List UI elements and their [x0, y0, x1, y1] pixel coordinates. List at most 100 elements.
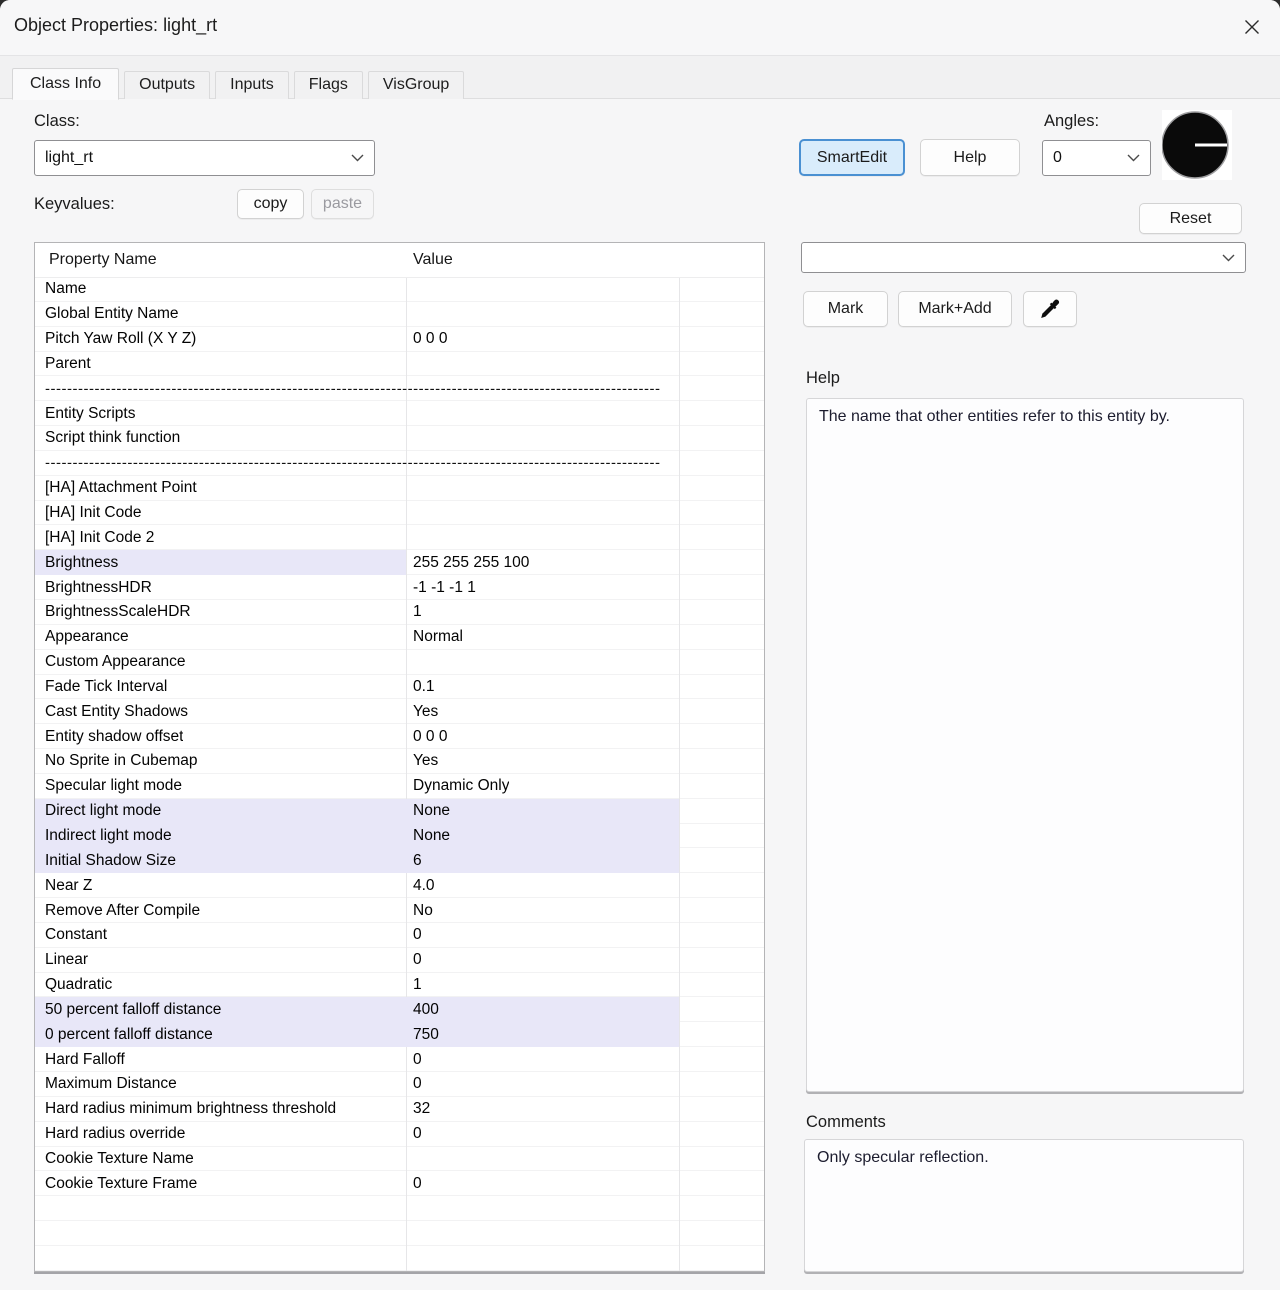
- table-row[interactable]: BrightnessScaleHDR 1: [35, 600, 764, 625]
- table-row[interactable]: [HA] Init Code: [35, 501, 764, 526]
- mark-button[interactable]: Mark: [803, 291, 888, 327]
- chevron-down-icon: [351, 154, 364, 162]
- property-name-cell: Script think function: [45, 429, 181, 447]
- help-button[interactable]: Help: [920, 139, 1020, 176]
- table-row[interactable]: 50 percent falloff distance 400: [35, 997, 764, 1023]
- table-separator-row[interactable]: ----------------------------------------…: [35, 376, 764, 401]
- property-name-cell: Hard Falloff: [45, 1050, 125, 1068]
- table-row[interactable]: Remove After Compile No: [35, 898, 764, 923]
- table-row[interactable]: Hard radius override 0: [35, 1122, 764, 1147]
- chevron-down-icon: [1222, 254, 1235, 261]
- table-separator-row[interactable]: ----------------------------------------…: [35, 451, 764, 476]
- property-name-cell: Remove After Compile: [45, 901, 201, 919]
- table-row[interactable]: Fade Tick Interval 0.1: [35, 675, 764, 700]
- property-name-cell: Global Entity Name: [45, 305, 179, 323]
- separator-dashes: ----------------------------------------…: [45, 454, 660, 472]
- chevron-down-icon: [1127, 154, 1140, 162]
- tab-inputs[interactable]: Inputs: [215, 71, 289, 99]
- table-row[interactable]: Hard Falloff 0: [35, 1047, 764, 1072]
- table-row[interactable]: Cookie Texture Frame 0: [35, 1171, 764, 1196]
- table-row[interactable]: No Sprite in Cubemap Yes: [35, 749, 764, 774]
- angle-dial-widget[interactable]: [1161, 110, 1232, 180]
- paste-keyvalues-button[interactable]: paste: [311, 189, 374, 219]
- property-table[interactable]: Property Name Value Name Global Entity Na…: [34, 242, 765, 1272]
- property-value-cell: Yes: [413, 702, 439, 720]
- property-value-cell: 1: [413, 976, 422, 994]
- table-row[interactable]: Indirect light mode None: [35, 823, 764, 849]
- table-row[interactable]: Appearance Normal: [35, 625, 764, 650]
- class-combobox[interactable]: light_rt: [34, 140, 375, 176]
- property-name-cell: BrightnessHDR: [45, 578, 152, 596]
- property-value-cell: -1 -1 -1 1: [413, 578, 476, 596]
- property-name-cell: Entity Scripts: [45, 404, 136, 422]
- table-row[interactable]: Cookie Texture Name: [35, 1147, 764, 1172]
- copy-keyvalues-button[interactable]: copy: [237, 189, 304, 219]
- table-row[interactable]: BrightnessHDR -1 -1 -1 1: [35, 575, 764, 600]
- property-value-cell: 0: [413, 1075, 422, 1093]
- tab-strip: Class Info Outputs Inputs Flags VisGroup: [12, 67, 469, 100]
- table-row[interactable]: Quadratic 1: [35, 973, 764, 998]
- table-row[interactable]: Linear 0: [35, 948, 764, 973]
- property-name-cell: 0 percent falloff distance: [45, 1025, 213, 1043]
- table-row[interactable]: Direct light mode None: [35, 798, 764, 824]
- table-row[interactable]: Entity shadow offset 0 0 0: [35, 724, 764, 749]
- reset-button[interactable]: Reset: [1139, 203, 1242, 234]
- eyedropper-button[interactable]: [1023, 291, 1077, 327]
- table-row[interactable]: Constant 0: [35, 923, 764, 948]
- property-value-cell: 32: [413, 1100, 431, 1118]
- property-value-cell: 255 255 255 100: [413, 553, 530, 571]
- property-name-cell: Hard radius minimum brightness threshold: [45, 1100, 337, 1118]
- mark-add-button[interactable]: Mark+Add: [898, 291, 1012, 327]
- column-header-property-name: Property Name: [49, 251, 157, 268]
- table-row[interactable]: Custom Appearance: [35, 650, 764, 675]
- table-row[interactable]: [HA] Init Code 2: [35, 525, 764, 550]
- comments-textarea[interactable]: Only specular reflection.: [804, 1139, 1244, 1272]
- property-name-cell: Brightness: [45, 553, 119, 571]
- table-row[interactable]: Cast Entity Shadows Yes: [35, 699, 764, 724]
- table-row[interactable]: Parent: [35, 352, 764, 377]
- property-name-cell: Constant: [45, 926, 108, 944]
- angle-dial-icon: [1161, 111, 1229, 179]
- table-row[interactable]: Near Z 4.0: [35, 873, 764, 898]
- table-row[interactable]: Name: [35, 277, 764, 302]
- property-value-cell: None: [413, 826, 451, 844]
- property-name-cell: No Sprite in Cubemap: [45, 752, 198, 770]
- tab-class-info[interactable]: Class Info: [12, 68, 120, 100]
- property-name-cell: Fade Tick Interval: [45, 677, 168, 695]
- keyvalue-search-combobox[interactable]: [801, 242, 1246, 273]
- table-row[interactable]: [35, 1246, 764, 1271]
- property-name-cell: Cast Entity Shadows: [45, 702, 189, 720]
- property-name-cell: Name: [45, 280, 87, 298]
- table-row[interactable]: Pitch Yaw Roll (X Y Z) 0 0 0: [35, 327, 764, 352]
- keyvalues-label: Keyvalues:: [34, 195, 115, 213]
- smartedit-button[interactable]: SmartEdit: [799, 139, 905, 176]
- table-row[interactable]: Brightness 255 255 255 100: [35, 550, 764, 576]
- property-value-cell: 1: [413, 603, 422, 621]
- table-row[interactable]: Script think function: [35, 426, 764, 451]
- close-button[interactable]: [1238, 13, 1266, 41]
- table-row[interactable]: Maximum Distance 0: [35, 1072, 764, 1097]
- table-row[interactable]: [35, 1196, 764, 1221]
- class-label: Class:: [34, 112, 80, 130]
- tab-visgroup[interactable]: VisGroup: [367, 71, 465, 99]
- help-panel-text: The name that other entities refer to th…: [806, 398, 1244, 1092]
- tab-outputs[interactable]: Outputs: [124, 71, 211, 99]
- property-value-cell: 0 0 0: [413, 727, 448, 745]
- table-row[interactable]: Hard radius minimum brightness threshold…: [35, 1097, 764, 1122]
- table-row[interactable]: Entity Scripts: [35, 401, 764, 426]
- angles-combobox[interactable]: 0: [1042, 140, 1151, 176]
- table-row[interactable]: Initial Shadow Size 6: [35, 848, 764, 874]
- table-row[interactable]: Specular light mode Dynamic Only: [35, 774, 764, 799]
- property-value-cell: 0: [413, 951, 422, 969]
- table-row[interactable]: 0 percent falloff distance 750: [35, 1022, 764, 1048]
- tab-flags[interactable]: Flags: [293, 71, 363, 99]
- help-panel-label: Help: [806, 369, 840, 387]
- table-row[interactable]: [HA] Attachment Point: [35, 476, 764, 501]
- table-row[interactable]: Global Entity Name: [35, 302, 764, 327]
- table-row[interactable]: [35, 1221, 764, 1246]
- property-name-cell: [HA] Attachment Point: [45, 479, 197, 497]
- property-name-cell: Entity shadow offset: [45, 727, 184, 745]
- property-value-cell: 0: [413, 926, 422, 944]
- title-bar: Object Properties: light_rt: [0, 0, 1280, 56]
- property-name-cell: Initial Shadow Size: [45, 851, 176, 869]
